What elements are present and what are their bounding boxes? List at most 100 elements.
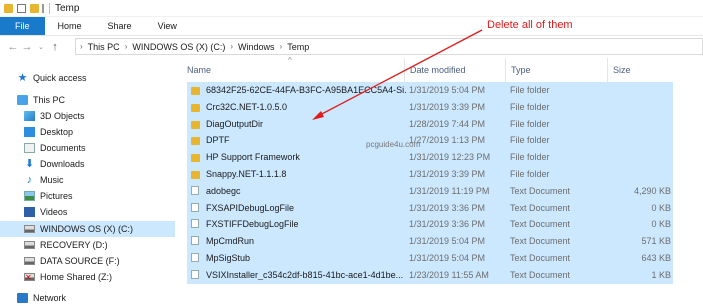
nav-item-network[interactable]: Network — [0, 290, 175, 306]
drive-icon — [24, 241, 35, 249]
breadcrumb-this-pc[interactable]: This PC — [88, 42, 120, 52]
file-size: 643 KB — [641, 253, 671, 263]
file-type: Text Document — [510, 219, 571, 230]
file-row[interactable]: HP Support Framework 1/31/2019 12:23 PM … — [187, 149, 673, 166]
column-header-name[interactable]: Name — [187, 65, 211, 75]
file-name: Snappy.NET-1.1.1.8 — [206, 169, 287, 179]
chevron-right-icon: › — [124, 42, 128, 51]
file-date: 1/23/2019 11:55 AM — [409, 269, 489, 280]
pin-icon[interactable] — [42, 3, 44, 13]
file-date: 1/31/2019 3:36 PM — [409, 219, 486, 230]
file-size: 1 KB — [651, 269, 671, 280]
nav-item-label: Home Shared (Z:) — [40, 272, 113, 282]
text-document-icon — [191, 202, 199, 212]
file-type: File folder — [510, 135, 550, 146]
nav-item-label: Downloads — [40, 159, 85, 169]
star-icon: ★ — [17, 72, 28, 84]
file-name: MpCmdRun — [206, 236, 255, 247]
nav-item-downloads[interactable]: ⬇ Downloads — [0, 156, 175, 172]
nav-item-pictures[interactable]: Pictures — [0, 188, 175, 204]
computer-icon — [17, 95, 28, 105]
file-row[interactable]: MpCmdRun 1/31/2019 5:04 PM Text Document… — [187, 233, 673, 250]
nav-item-label: DATA SOURCE (F:) — [40, 256, 120, 266]
file-type: File folder — [510, 101, 550, 112]
nav-item-this-pc[interactable]: This PC — [0, 92, 175, 108]
nav-item-label: Quick access — [33, 73, 87, 83]
nav-item-label: Music — [40, 175, 64, 185]
nav-item-3d-objects[interactable]: 3D Objects — [0, 108, 175, 124]
address-bar[interactable]: › This PC › WINDOWS OS (X) (C:) › Window… — [75, 38, 703, 55]
file-type: Text Document — [510, 236, 571, 247]
column-divider[interactable] — [607, 58, 608, 82]
nav-item-videos[interactable]: Videos — [0, 204, 175, 220]
nav-item-quick-access[interactable]: ★ Quick access — [0, 70, 175, 86]
drive-icon — [24, 257, 35, 265]
network-icon — [17, 293, 28, 303]
back-arrow-icon[interactable]: ← — [6, 41, 20, 53]
nav-item-home-shared-drive[interactable]: ✕ Home Shared (Z:) — [0, 269, 175, 285]
nav-item-desktop[interactable]: Desktop — [0, 124, 175, 140]
file-date: 1/31/2019 3:39 PM — [409, 169, 486, 179]
text-document-icon — [191, 269, 199, 279]
file-date: 1/31/2019 3:36 PM — [409, 202, 486, 213]
tab-home[interactable]: Home — [45, 17, 95, 35]
chevron-right-icon: › — [230, 42, 234, 51]
pictures-icon — [24, 191, 35, 201]
folder-icon — [191, 103, 200, 112]
file-date: 1/31/2019 5:04 PM — [409, 236, 486, 247]
new-folder-icon[interactable] — [30, 3, 39, 13]
file-row[interactable]: DPTF 1/27/2019 1:13 PM File folder — [187, 132, 673, 150]
file-size: 0 KB — [651, 219, 671, 230]
file-row[interactable]: VSIXInstaller_c354c2df-b815-41bc-ace1-4d… — [187, 266, 673, 284]
file-row[interactable]: FXSAPIDebugLogFile 1/31/2019 3:36 PM Tex… — [187, 199, 673, 217]
chevron-right-icon: › — [80, 42, 83, 51]
column-divider[interactable] — [505, 58, 506, 82]
download-arrow-icon: ⬇ — [24, 158, 35, 170]
nav-item-documents[interactable]: Documents — [0, 140, 175, 156]
chevron-right-icon: › — [279, 42, 283, 51]
breadcrumb-drive[interactable]: WINDOWS OS (X) (C:) — [132, 42, 225, 52]
file-row[interactable]: DiagOutputDir 1/28/2019 7:44 PM File fol… — [187, 115, 673, 133]
nav-item-label: Videos — [40, 207, 68, 217]
file-name: FXSTIFFDebugLogFile — [206, 219, 299, 230]
column-header-type[interactable]: Type — [511, 65, 531, 75]
file-type: Text Document — [510, 202, 571, 213]
tab-view[interactable]: View — [145, 17, 190, 35]
navigation-bar: ← → ⌄ ↑ › This PC › WINDOWS OS (X) (C:) … — [0, 36, 703, 58]
ribbon-tabs: File Home Share View — [0, 17, 703, 36]
file-name: adobegc — [206, 185, 241, 196]
nav-item-recovery-drive[interactable]: RECOVERY (D:) — [0, 237, 175, 253]
column-header-size[interactable]: Size — [613, 65, 631, 75]
breadcrumb-temp[interactable]: Temp — [287, 42, 309, 52]
music-note-icon: ♪ — [26, 174, 33, 186]
nav-item-label: Pictures — [40, 191, 73, 201]
file-date: 1/31/2019 11:19 PM — [409, 185, 490, 196]
nav-item-label: 3D Objects — [40, 111, 85, 121]
column-header-date[interactable]: Date modified — [410, 65, 466, 75]
nav-item-music[interactable]: ♪ Music — [0, 172, 175, 188]
folder-icon — [4, 3, 13, 13]
file-row[interactable]: 68342F25-62CE-44FA-B3FC-A95BA1ECC5A4-Si.… — [187, 82, 673, 99]
file-name: MpSigStub — [206, 253, 251, 263]
file-row[interactable]: Crc32C.NET-1.0.5.0 1/31/2019 3:39 PM Fil… — [187, 98, 673, 116]
up-arrow-icon[interactable]: ↑ — [48, 41, 62, 53]
tab-share[interactable]: Share — [95, 17, 145, 35]
tab-file[interactable]: File — [0, 17, 45, 35]
nav-item-windows-os-drive[interactable]: WINDOWS OS (X) (C:) — [0, 221, 175, 237]
file-row[interactable]: Snappy.NET-1.1.1.8 1/31/2019 3:39 PM Fil… — [187, 166, 673, 183]
file-name: HP Support Framework — [206, 152, 300, 163]
file-size: 571 KB — [641, 236, 671, 247]
file-row[interactable]: MpSigStub 1/31/2019 5:04 PM Text Documen… — [187, 250, 673, 267]
nav-item-data-source-drive[interactable]: DATA SOURCE (F:) — [0, 253, 175, 269]
forward-arrow-icon[interactable]: → — [20, 41, 34, 53]
recent-locations-chevron-icon[interactable]: ⌄ — [34, 43, 48, 51]
folder-icon — [191, 154, 200, 163]
properties-icon[interactable] — [17, 3, 26, 13]
file-type: Text Document — [510, 185, 571, 196]
breadcrumb-windows[interactable]: Windows — [238, 42, 275, 52]
file-row[interactable]: FXSTIFFDebugLogFile 1/31/2019 3:36 PM Te… — [187, 216, 673, 234]
column-divider[interactable] — [404, 58, 405, 82]
desktop-icon — [24, 127, 35, 137]
file-row[interactable]: adobegc 1/31/2019 11:19 PM Text Document… — [187, 182, 673, 200]
file-list: ^ Name Date modified Type Size 68342F25-… — [175, 56, 703, 305]
